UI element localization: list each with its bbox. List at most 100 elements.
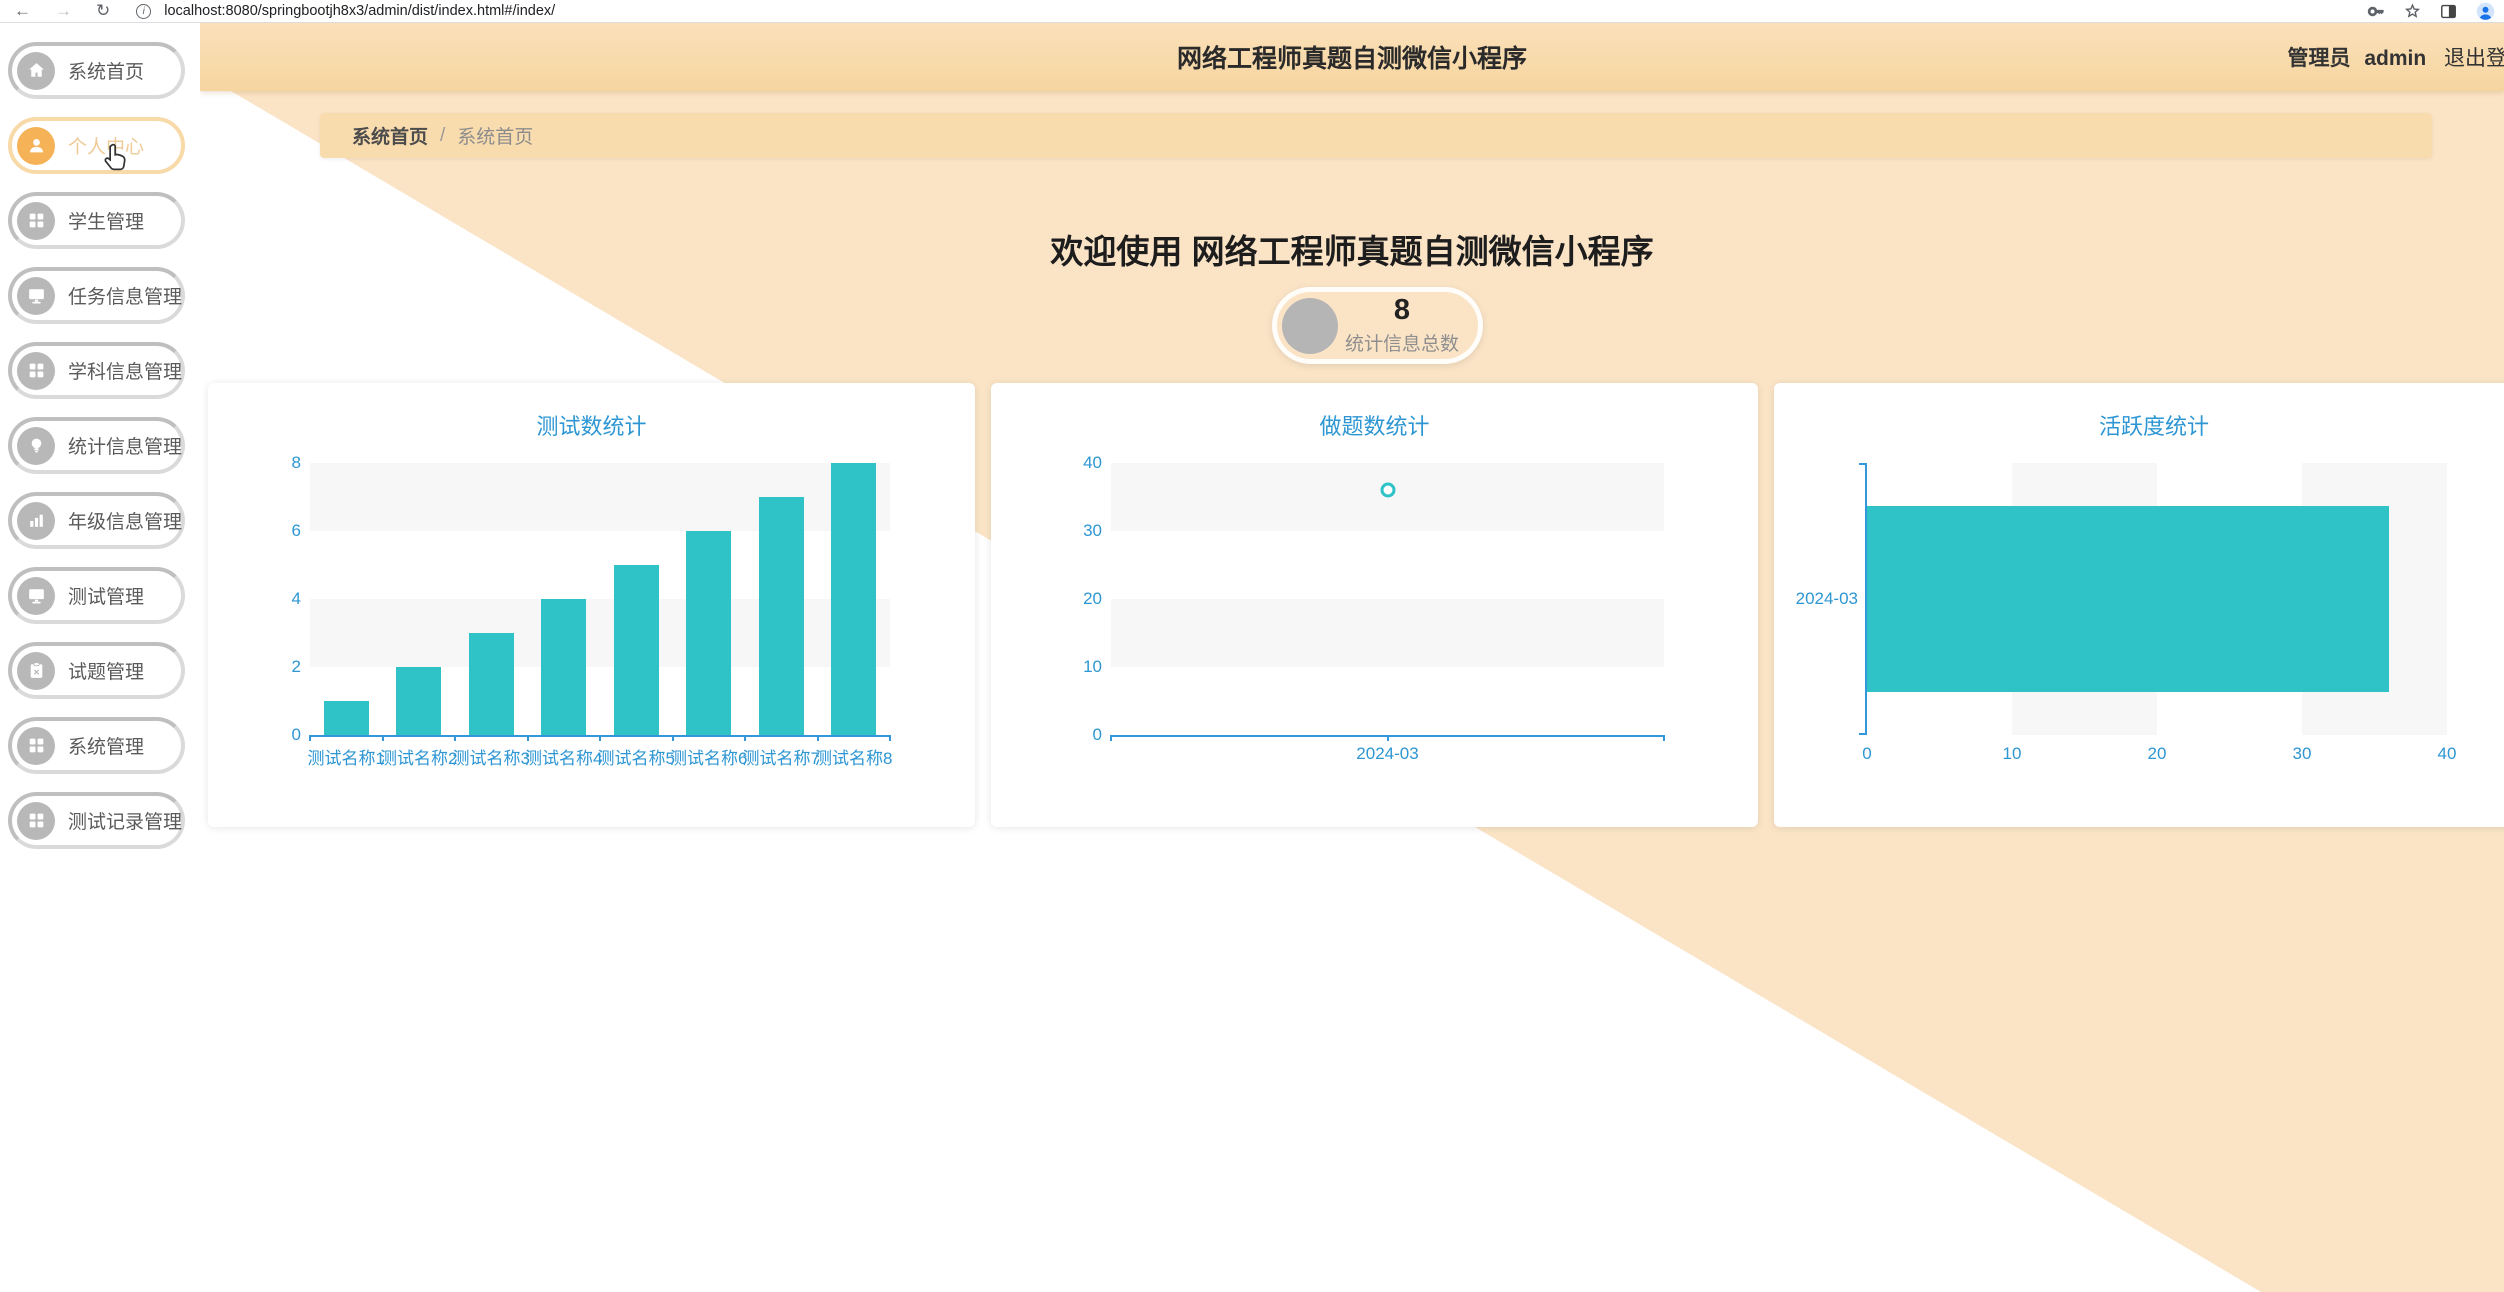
- sidebar-item-label: 个人中心: [68, 137, 145, 158]
- sidebar-item-label: 统计信息管理: [68, 437, 183, 458]
- stat-value: 8: [1393, 293, 1411, 326]
- x-axis-label: 30: [2292, 744, 2312, 763]
- test-count-chart-card: 测试数统计 测试名称1 测试名称2 测试名称3 测试名称4 测试名称5 测试名称6 测试名称…: [208, 383, 975, 827]
- x-axis-label: 测试名称6: [670, 749, 748, 768]
- chart-title: 做题数统计: [1319, 414, 1430, 439]
- chart-bar: [1867, 506, 2389, 692]
- chart-title: 活跃度统计: [2098, 414, 2209, 439]
- y-axis-label: 20: [1083, 589, 1102, 608]
- sidebar-item-questions[interactable]: 试题管理: [8, 642, 185, 699]
- clipboard-icon: [17, 651, 55, 690]
- sidebar-item-subjects[interactable]: 学科信息管理: [8, 342, 185, 399]
- x-axis-label: 40: [2437, 744, 2457, 763]
- sidebar-item-label: 测试记录管理: [68, 812, 183, 833]
- site-info-icon[interactable]: i: [136, 3, 152, 19]
- user-role-label: 管理员: [2287, 46, 2351, 70]
- chart-bar: [541, 599, 587, 735]
- chart-bar: [686, 531, 732, 735]
- x-axis-label: 测试名称3: [452, 749, 530, 768]
- breadcrumb-current: 系统首页: [457, 127, 534, 148]
- password-key-icon[interactable]: [2367, 2, 2386, 21]
- monitor-icon: [17, 576, 55, 615]
- x-axis-label: 测试名称4: [525, 749, 603, 768]
- sidebar-item-students[interactable]: 学生管理: [8, 192, 185, 249]
- x-axis-label: 20: [2147, 744, 2167, 763]
- x-axis-label: 0: [1862, 744, 1872, 763]
- x-axis-label: 测试名称1: [307, 749, 385, 768]
- sidebar: 系统首页个人中心学生管理任务信息管理学科信息管理统计信息管理年级信息管理测试管理…: [0, 22, 200, 1292]
- category-axis-label: 2024-03: [1795, 589, 1858, 608]
- sidebar-item-label: 学生管理: [68, 212, 145, 233]
- charts-row: 测试数统计 测试名称1 测试名称2 测试名称3 测试名称4 测试名称5 测试名称6 测试名称…: [208, 383, 2504, 827]
- axis-tick: [1859, 463, 1865, 465]
- y-axis-label: 10: [1083, 657, 1102, 676]
- axis-tick: [309, 735, 311, 741]
- chart-bar: [613, 565, 659, 735]
- axis-tick: [1110, 735, 1112, 741]
- data-point: [1380, 482, 1395, 498]
- breadcrumb-separator: /: [440, 124, 446, 146]
- bar-chart-icon: [17, 501, 55, 540]
- stat-label: 统计信息总数: [1344, 334, 1459, 356]
- axis-tick: [1663, 735, 1665, 741]
- grid-icon: [17, 201, 55, 240]
- chart-bar: [758, 497, 804, 735]
- bookmark-star-icon[interactable]: [2403, 2, 2422, 21]
- page-title: 欢迎使用 网络工程师真题自测微信小程序: [1050, 233, 1654, 271]
- browser-back-icon[interactable]: ←: [14, 0, 31, 22]
- sidebar-item-label: 系统管理: [68, 737, 145, 758]
- x-axis-label: 测试名称7: [742, 749, 820, 768]
- sidebar-item-tasks[interactable]: 任务信息管理: [8, 267, 185, 324]
- horizontal-bar-chart-plot: 2024-03 0 10 20 30 40: [1796, 463, 2456, 763]
- x-axis-label: 测试名称8: [815, 749, 893, 768]
- bulb-icon: [17, 426, 55, 465]
- stat-total-pill: 8 统计信息总数: [1272, 287, 1483, 364]
- sidebar-item-system[interactable]: 系统管理: [8, 717, 185, 774]
- axis-tick: [816, 735, 819, 741]
- axis-tick: [381, 735, 384, 741]
- breadcrumb-root-link[interactable]: 系统首页: [352, 122, 428, 149]
- browser-reload-icon[interactable]: ↻: [96, 0, 110, 22]
- sidebar-item-profile[interactable]: 个人中心: [8, 117, 185, 174]
- sidebar-item-label: 试题管理: [68, 662, 145, 683]
- sidebar-item-label: 测试管理: [68, 587, 145, 608]
- axis-tick: [454, 735, 456, 741]
- browser-toolbar: ← → ↻ i localhost:8080/springbootjh8x3/a…: [0, 0, 2504, 23]
- grid-icon: [17, 801, 55, 840]
- chart-title: 测试数统计: [536, 414, 647, 439]
- chart-bar: [831, 463, 877, 735]
- sidebar-item-label: 任务信息管理: [68, 287, 183, 308]
- sidebar-item-tests[interactable]: 测试管理: [8, 567, 185, 624]
- header-user-area: 管理员 admin 退出登录: [2287, 42, 2504, 72]
- browser-profile-avatar[interactable]: [2475, 1, 2496, 22]
- url-bar[interactable]: localhost:8080/springbootjh8x3/admin/dis…: [164, 3, 555, 19]
- x-axis-label: 测试名称5: [597, 749, 675, 768]
- x-axis-label: 10: [2002, 744, 2022, 763]
- axis-tick: [526, 735, 529, 741]
- axis-tick: [1386, 735, 1389, 741]
- axis-tick: [671, 735, 674, 741]
- chart-bar: [396, 667, 442, 735]
- chart-bar: [468, 633, 514, 735]
- activity-chart-card: 活跃度统计 2024-03 0 10 20 30 40: [1774, 383, 2504, 827]
- breadcrumb: 系统首页 / 系统首页: [320, 113, 2432, 158]
- y-axis-label: 40: [1083, 453, 1102, 472]
- side-panel-icon[interactable]: [2439, 2, 2458, 21]
- question-count-chart-card: 做题数统计 0 10 20 30 40 2024-03: [991, 383, 1758, 827]
- sidebar-item-test-records[interactable]: 测试记录管理: [8, 792, 185, 849]
- x-axis-label: 测试名称2: [380, 749, 458, 768]
- sidebar-item-grades[interactable]: 年级信息管理: [8, 492, 185, 549]
- grid-icon: [17, 726, 55, 765]
- sidebar-item-statistics[interactable]: 统计信息管理: [8, 417, 185, 474]
- grid-icon: [17, 351, 55, 390]
- browser-forward-icon[interactable]: →: [55, 0, 72, 22]
- axis-tick: [744, 735, 746, 741]
- home-icon: [17, 51, 55, 90]
- user-name: admin: [2364, 46, 2427, 70]
- x-axis-label: 2024-03: [1356, 744, 1419, 763]
- sidebar-item-home[interactable]: 系统首页: [8, 42, 185, 99]
- y-axis-label: 6: [291, 521, 301, 540]
- y-axis-label: 0: [1092, 725, 1102, 744]
- bar-chart-plot: 测试名称1 测试名称2 测试名称3 测试名称4 测试名称5 测试名称6 测试名称7 测试名称8…: [292, 453, 893, 768]
- logout-link[interactable]: 退出登录: [2444, 47, 2504, 70]
